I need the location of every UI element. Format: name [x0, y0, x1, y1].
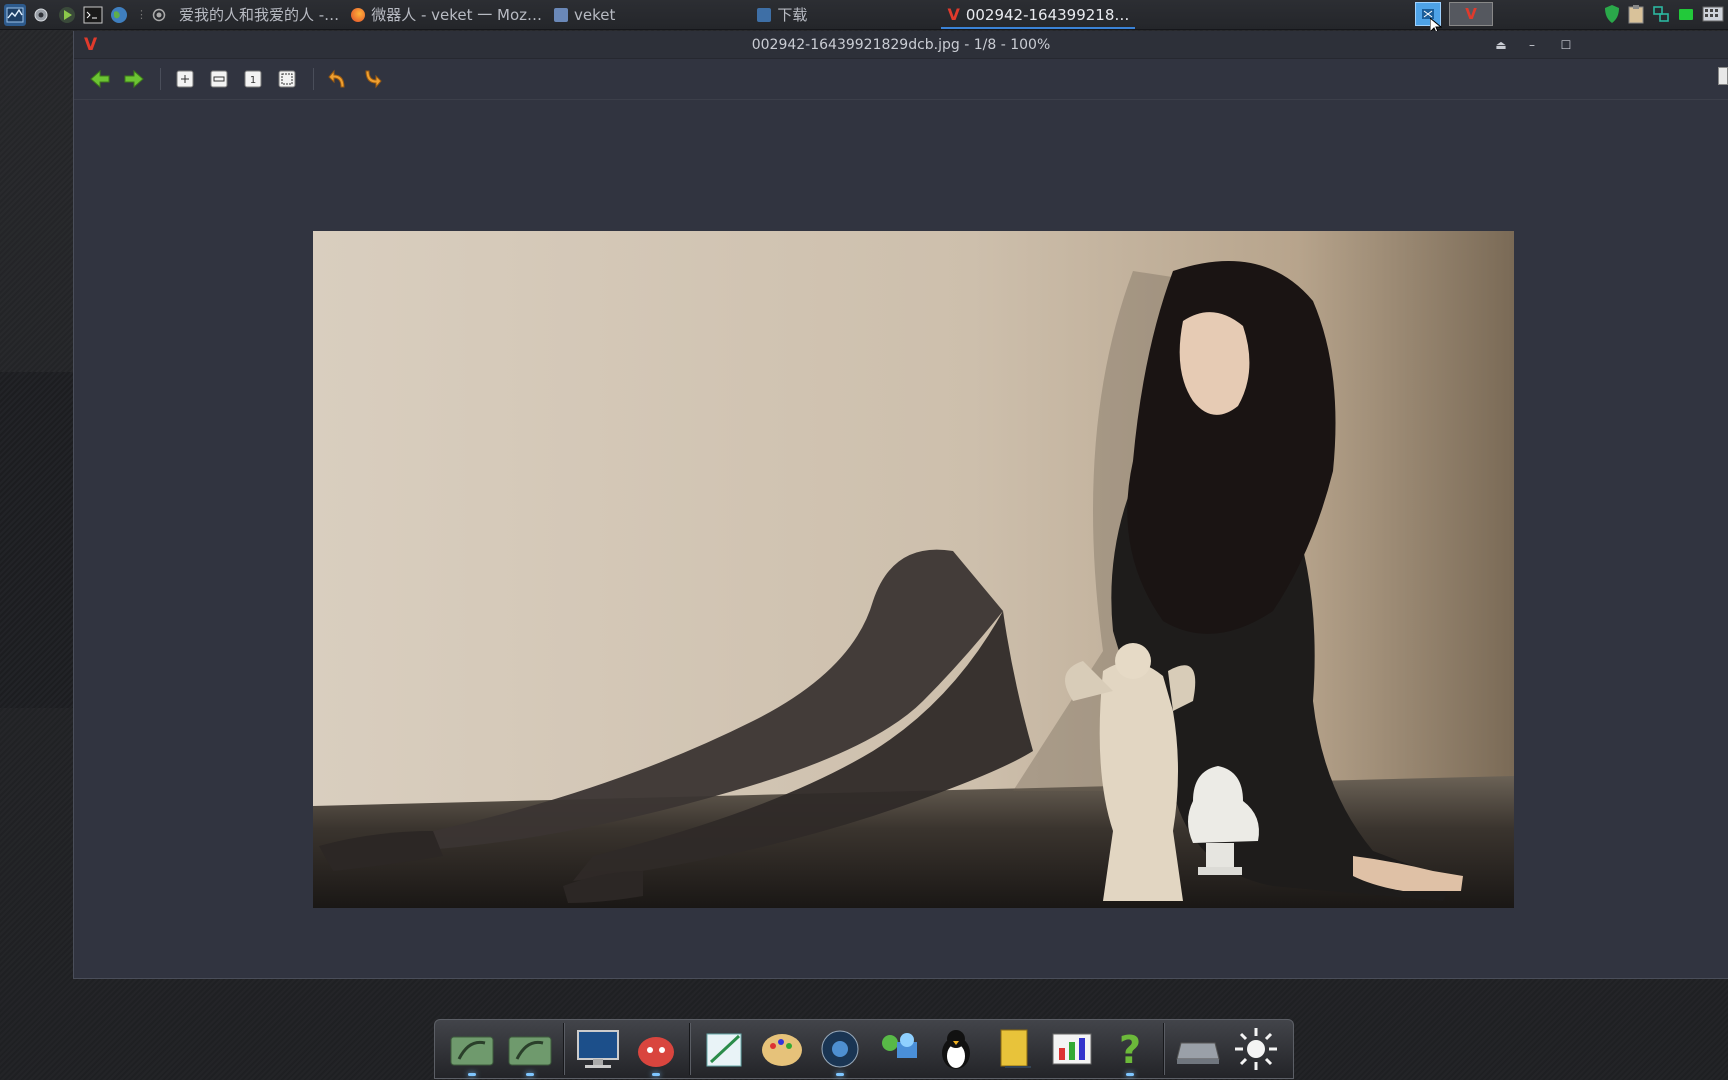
running-indicator	[526, 1073, 534, 1076]
eject-button[interactable]: ⏏	[1493, 37, 1509, 53]
dock-separator	[563, 1023, 565, 1075]
viewer-v-icon: V	[947, 4, 960, 24]
window-title: 002942-16439921829dcb.jpg - 1/8 - 100%	[751, 36, 1051, 53]
sun-icon[interactable]	[1231, 1024, 1281, 1074]
rotate-left-icon[interactable]	[326, 67, 350, 91]
notebook-icon[interactable]	[989, 1024, 1039, 1074]
zoom-in-icon[interactable]	[173, 67, 197, 91]
task-download[interactable]: 下载	[751, 0, 813, 30]
pet-icon[interactable]	[631, 1024, 681, 1076]
keyboard-icon[interactable]	[1702, 6, 1724, 26]
task-image-viewer[interactable]: V 002942-164399218…	[941, 0, 1136, 30]
battery-icon[interactable]	[1678, 7, 1694, 25]
svg-text:?: ?	[1119, 1028, 1141, 1071]
camera-icon	[757, 7, 772, 22]
desktop-panel	[0, 372, 74, 708]
running-indicator	[1126, 1073, 1134, 1076]
notepad-icon[interactable]	[699, 1024, 749, 1074]
play-icon[interactable]	[56, 4, 78, 26]
media-player-icon[interactable]	[815, 1024, 865, 1076]
zoom-out-icon[interactable]	[207, 67, 231, 91]
fit-window-icon[interactable]	[275, 67, 299, 91]
toolbar-separator	[313, 68, 314, 90]
settings-icon[interactable]	[30, 4, 52, 26]
toolbar-separator	[160, 68, 161, 90]
drive-icon[interactable]	[505, 1024, 555, 1076]
minimize-button[interactable]: –	[1524, 37, 1540, 53]
image-canvas[interactable]	[74, 101, 1728, 978]
rotate-right-icon[interactable]	[360, 67, 384, 91]
maximize-button[interactable]: ☐	[1558, 37, 1574, 53]
monitor-icon[interactable]	[573, 1024, 623, 1074]
running-indicator	[836, 1073, 844, 1076]
image-viewer-window: V 002942-16439921829dcb.jpg - 1/8 - 100%…	[73, 31, 1728, 979]
workspace-2[interactable]: V	[1449, 2, 1493, 26]
network-icon[interactable]	[873, 1024, 923, 1074]
folder-icon	[554, 7, 569, 22]
terminal-icon[interactable]	[82, 4, 104, 26]
taskbar-separator: ⋮	[136, 8, 147, 21]
prev-arrow-icon[interactable]	[88, 67, 112, 91]
next-arrow-icon[interactable]	[122, 67, 146, 91]
taskbar: ⋮ 爱我的人和我爱的人 -… 微器人 - veket 一 Moz… veket …	[0, 0, 1728, 36]
running-indicator	[468, 1073, 476, 1076]
record-icon[interactable]	[151, 4, 167, 26]
dock: ?	[434, 1019, 1294, 1079]
actual-size-icon[interactable]: 1	[241, 67, 265, 91]
displayed-photo	[313, 231, 1514, 908]
dock-separator	[689, 1023, 691, 1075]
penguin-icon[interactable]	[931, 1024, 981, 1074]
drive-icon[interactable]	[447, 1024, 497, 1076]
running-indicator	[652, 1073, 660, 1076]
window-titlebar[interactable]: V 002942-16439921829dcb.jpg - 1/8 - 100%…	[74, 31, 1728, 59]
dock-separator	[1163, 1023, 1165, 1075]
help-icon[interactable]: ?	[1105, 1024, 1155, 1076]
chart-icon[interactable]	[1047, 1024, 1097, 1074]
paint-icon[interactable]	[757, 1024, 807, 1074]
network-icon[interactable]	[1652, 5, 1670, 27]
task-music[interactable]: 爱我的人和我爱的人 -…	[173, 0, 345, 30]
task-veket-folder[interactable]: veket	[548, 0, 621, 30]
disk-icon[interactable]	[1173, 1024, 1223, 1074]
toolbar-overflow-icon[interactable]	[1718, 67, 1728, 85]
shield-icon[interactable]	[1604, 4, 1620, 28]
system-monitor-icon[interactable]	[4, 3, 26, 26]
task-firefox[interactable]: 微器人 - veket 一 Moz…	[345, 0, 548, 30]
globe-icon[interactable]	[108, 4, 130, 26]
svg-text:1: 1	[250, 75, 256, 86]
firefox-icon	[351, 7, 366, 22]
viewer-toolbar: 1	[74, 59, 1728, 100]
clipboard-icon[interactable]	[1628, 4, 1644, 28]
